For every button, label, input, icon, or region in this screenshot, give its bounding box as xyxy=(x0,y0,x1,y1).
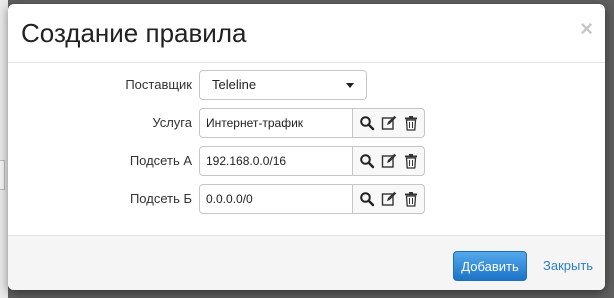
edit-icon[interactable] xyxy=(381,115,397,131)
provider-label: Поставщик xyxy=(125,77,192,92)
trash-icon[interactable] xyxy=(403,153,419,169)
dialog-title: Создание правила xyxy=(21,18,247,48)
search-icon[interactable] xyxy=(359,115,375,131)
subnet-b-value: 0.0.0.0/0 xyxy=(206,192,253,206)
subnet-a-actions xyxy=(352,146,425,176)
background-tab xyxy=(0,160,5,190)
subnet-a-field[interactable]: 192.168.0.0/16 xyxy=(199,146,353,176)
service-value: Интернет-трафик xyxy=(206,116,304,130)
add-button[interactable]: Добавить xyxy=(453,251,527,281)
provider-row: Поставщик Teleline xyxy=(8,70,605,100)
subnet-a-row: Подсеть А 192.168.0.0/16 xyxy=(8,146,605,176)
close-icon[interactable]: × xyxy=(580,18,593,40)
close-link[interactable]: Закрыть xyxy=(543,251,593,281)
dialog-body: Поставщик Teleline Услуга Интернет-трафи… xyxy=(8,63,605,235)
provider-select[interactable]: Teleline xyxy=(199,70,367,100)
service-row: Услуга Интернет-трафик xyxy=(8,108,605,138)
caret-down-icon xyxy=(346,83,354,88)
service-actions xyxy=(352,108,425,138)
subnet-b-field[interactable]: 0.0.0.0/0 xyxy=(199,184,353,214)
subnet-b-actions xyxy=(352,184,425,214)
subnet-b-label: Подсеть Б xyxy=(129,191,192,206)
dialog-header: Создание правила × xyxy=(8,4,605,63)
background-page xyxy=(0,0,8,298)
trash-icon[interactable] xyxy=(403,115,419,131)
service-field[interactable]: Интернет-трафик xyxy=(199,108,353,138)
trash-icon[interactable] xyxy=(403,191,419,207)
create-rule-dialog: Создание правила × Поставщик Teleline Ус… xyxy=(8,4,605,290)
subnet-a-value: 192.168.0.0/16 xyxy=(206,154,287,168)
service-label: Услуга xyxy=(152,115,192,130)
edit-icon[interactable] xyxy=(381,153,397,169)
edit-icon[interactable] xyxy=(381,191,397,207)
dialog-footer: Добавить Закрыть xyxy=(8,235,605,290)
search-icon[interactable] xyxy=(359,153,375,169)
provider-selected-value: Teleline xyxy=(212,77,257,92)
search-icon[interactable] xyxy=(359,191,375,207)
subnet-b-row: Подсеть Б 0.0.0.0/0 xyxy=(8,184,605,214)
subnet-a-label: Подсеть А xyxy=(129,153,192,168)
